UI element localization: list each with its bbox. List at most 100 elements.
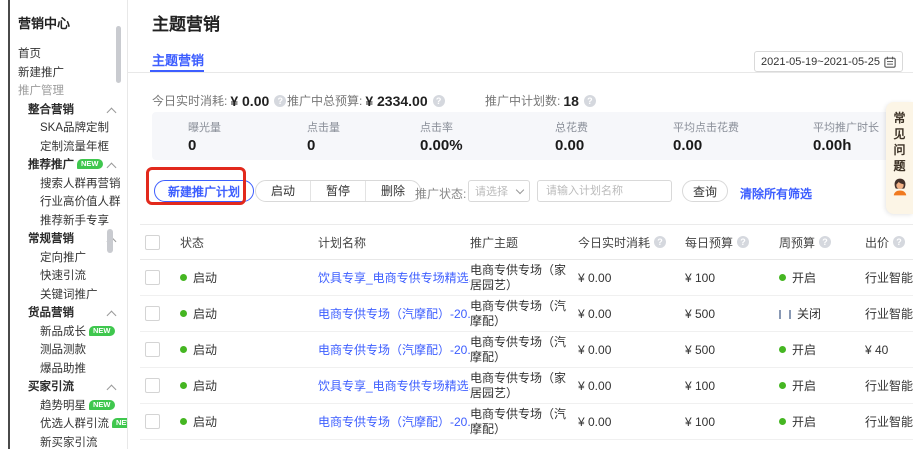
sidebar-divider	[127, 0, 128, 449]
today-cost-cell: ¥ 0.00	[578, 307, 685, 321]
plan-name-cell: 饮具专享_电商专供专场精选...	[318, 377, 470, 394]
help-icon[interactable]: ?	[819, 236, 831, 248]
sidebar: 营销中心 首页新建推广推广管理整合营销SKA品牌定制定制流量年框推荐推广NEW搜…	[10, 0, 127, 449]
metric-value: 0	[188, 137, 221, 154]
calendar-icon	[884, 56, 896, 68]
sidebar-item-优选人群引流[interactable]: 优选人群引流NEW	[10, 415, 127, 434]
bulk-action-暂停[interactable]: 暂停	[310, 181, 365, 201]
help-icon[interactable]: ?	[584, 95, 596, 107]
sidebar-item-新建推广[interactable]: 新建推广	[10, 64, 127, 83]
sidebar-item-货品营销[interactable]: 货品营销	[10, 304, 127, 323]
plan-name-link[interactable]: 电商专供专场（汽摩配）-20...	[318, 415, 470, 429]
column-header-出价: 出价?	[865, 234, 913, 251]
weekly-budget-cell: 开启	[779, 413, 865, 430]
plan-name-input[interactable]	[537, 180, 672, 202]
chevron-up-icon	[107, 163, 117, 173]
sidebar-item-买家引流[interactable]: 买家引流	[10, 378, 127, 397]
row-checkbox[interactable]	[145, 270, 160, 285]
tab-theme-marketing[interactable]: 主题营销	[152, 50, 204, 69]
sidebar-scrollbar-thumb-2[interactable]	[107, 229, 113, 253]
row-checkbox[interactable]	[145, 306, 160, 321]
table-header-row: 状态计划名称推广主题今日实时消耗?每日预算?周预算?出价?	[140, 224, 913, 260]
bulk-action-启动[interactable]: 启动	[256, 181, 310, 201]
new-badge: NEW	[89, 326, 115, 336]
sidebar-item-快速引流[interactable]: 快速引流	[10, 267, 127, 286]
sidebar-item-label: 首页	[18, 48, 41, 60]
column-header-周预算: 周预算?	[779, 234, 865, 251]
status-running-dot	[180, 418, 187, 425]
sidebar-item-label: 买家引流	[28, 381, 74, 393]
plan-name-link[interactable]: 电商专供专场（汽摩配）-20...	[318, 343, 470, 357]
sidebar-item-推荐推广[interactable]: 推荐推广NEW	[10, 156, 127, 175]
help-icon[interactable]: ?	[893, 236, 905, 248]
sidebar-scrollbar-thumb[interactable]	[116, 26, 121, 83]
help-icon[interactable]: ?	[433, 95, 445, 107]
plan-name-link[interactable]: 电商专供专场（汽摩配）-20...	[318, 307, 470, 321]
status-cell	[180, 440, 318, 449]
row-checkbox[interactable]	[145, 342, 160, 357]
row-checkbox[interactable]	[145, 414, 160, 429]
column-header-label: 出价	[865, 234, 889, 251]
weekly-budget-state: 关闭	[797, 307, 821, 321]
metric-value: 0.00%	[420, 137, 463, 154]
metric-label: 点击率	[420, 119, 463, 135]
sidebar-item-推荐新手专享[interactable]: 推荐新手专享	[10, 212, 127, 231]
sidebar-item-测品测款[interactable]: 测品测款	[10, 341, 127, 360]
sidebar-item-label: 整合营销	[28, 104, 74, 116]
daily-budget-cell: ¥ 100	[685, 415, 779, 429]
status-text: 启动	[193, 379, 217, 393]
promo-theme-cell: 电商专供专场（汽摩配）	[470, 440, 578, 449]
new-campaign-button[interactable]: 新建推广计划	[154, 180, 254, 202]
weekly-budget-state: 开启	[792, 415, 816, 429]
sidebar-item-搜索人群再营销[interactable]: 搜索人群再营销	[10, 175, 127, 194]
select-all-checkbox[interactable]	[145, 235, 160, 250]
metric-label: 总花费	[555, 119, 588, 135]
sidebar-item-行业高价值人群[interactable]: 行业高价值人群	[10, 193, 127, 212]
sidebar-item-label: SKA品牌定制	[40, 122, 109, 134]
sidebar-item-爆品助推[interactable]: 爆品助推	[10, 360, 127, 379]
sidebar-item-首页[interactable]: 首页	[10, 45, 127, 64]
sidebar-item-整合营销[interactable]: 整合营销	[10, 101, 127, 120]
promo-theme-cell: 电商专供专场（家居园艺）	[470, 263, 578, 293]
sidebar-item-关键词推广[interactable]: 关键词推广	[10, 286, 127, 305]
date-range-value: 2021-05-19~2021-05-25	[761, 56, 880, 68]
sidebar-item-label: 测品测款	[40, 344, 86, 356]
help-icon[interactable]: ?	[274, 95, 286, 107]
stat-label: 推广中总预算:	[287, 92, 362, 109]
weekly-budget-state: 开启	[792, 271, 816, 285]
page-title: 主题营销	[152, 10, 220, 35]
metric-1: 曝光量0	[188, 119, 221, 154]
status-filter-select[interactable]: 请选择	[468, 180, 530, 202]
help-icon[interactable]: ?	[654, 236, 666, 248]
row-checkbox[interactable]	[145, 378, 160, 393]
faq-side-tab[interactable]: 常见问题	[886, 102, 913, 214]
plan-name-link[interactable]: 饮具专享_电商专供专场精选...	[318, 379, 470, 393]
help-icon[interactable]: ?	[737, 236, 749, 248]
table-row: 启动电商专供专场（汽摩配）-20...电商专供专场（汽摩配）¥ 0.00¥ 50…	[140, 296, 913, 332]
status-cell: 启动	[180, 413, 318, 430]
chevron-down-icon	[516, 185, 524, 193]
status-running-dot	[180, 310, 187, 317]
plan-name-cell: 电商专供专场（汽摩配）-20...	[318, 305, 470, 322]
weekly-budget-cell: 关闭	[779, 305, 865, 322]
sidebar-item-定制流量年框[interactable]: 定制流量年框	[10, 138, 127, 157]
sidebar-item-label: 定制流量年框	[40, 141, 109, 153]
bulk-action-删除[interactable]: 删除	[365, 181, 420, 201]
summary-stat: 推广中总预算:¥ 2334.00?	[287, 92, 445, 109]
table-row: 启动电商专供专场（汽摩配）-20...电商专供专场（汽摩配）¥ 0.00¥ 10…	[140, 404, 913, 440]
query-button[interactable]: 查询	[682, 180, 728, 202]
promo-theme-cell: 电商专供专场（汽摩配）	[470, 299, 578, 329]
today-cost-cell: ¥ 0.00	[578, 415, 685, 429]
metric-value: 0.00	[673, 137, 739, 154]
date-range-picker[interactable]: 2021-05-19~2021-05-25	[754, 51, 903, 72]
enabled-dot-icon	[779, 346, 786, 353]
weekly-budget-cell: 开启	[779, 269, 865, 286]
sidebar-item-新品成长[interactable]: 新品成长NEW	[10, 323, 127, 342]
sidebar-item-趋势明星[interactable]: 趋势明星NEW	[10, 397, 127, 416]
clear-filters-link[interactable]: 清除所有筛选	[740, 185, 812, 202]
status-running-dot	[180, 346, 187, 353]
sidebar-item-SKA品牌定制[interactable]: SKA品牌定制	[10, 119, 127, 138]
sidebar-item-新买家引流[interactable]: 新买家引流	[10, 434, 127, 449]
status-filter-placeholder: 请选择	[475, 183, 508, 199]
plan-name-link[interactable]: 饮具专享_电商专供专场精选...	[318, 271, 470, 285]
